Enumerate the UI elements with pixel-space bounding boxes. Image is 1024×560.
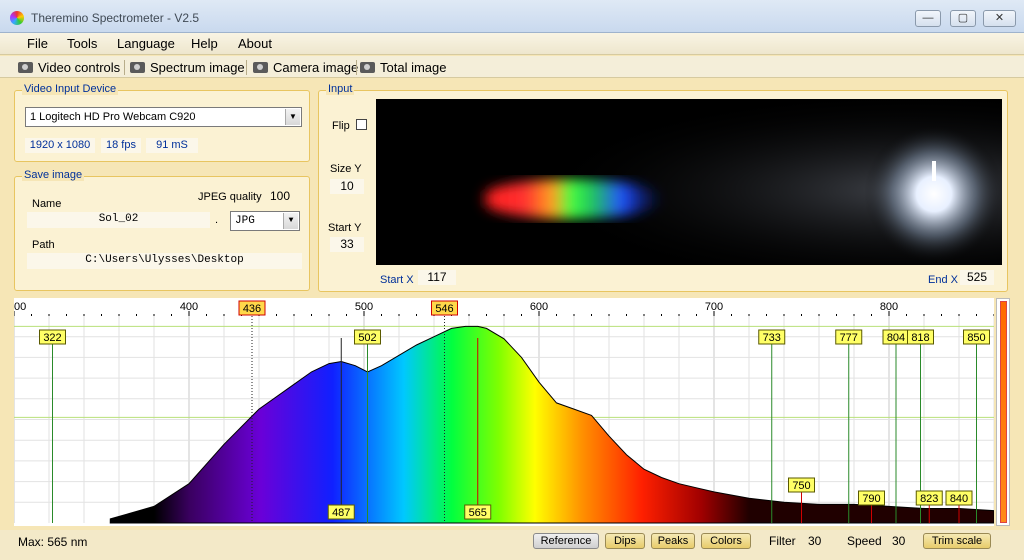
- x-tick-label: 800: [880, 301, 898, 313]
- peak-label: 487: [332, 507, 350, 519]
- x-tick-label: 400: [180, 301, 198, 313]
- input-title: Input: [326, 83, 355, 95]
- peak-label: 546: [435, 303, 453, 315]
- video-device-select[interactable]: 1 Logitech HD Pro Webcam C920 ▼: [25, 107, 302, 127]
- x-tick-label: 500: [355, 301, 373, 313]
- spectrum-image-label: Spectrum image: [150, 60, 245, 75]
- speed-label: Speed: [847, 534, 882, 548]
- peak-label: 850: [967, 332, 985, 344]
- peak-label: 322: [43, 332, 61, 344]
- peak-label: 790: [862, 493, 880, 505]
- peak-label: 733: [763, 332, 781, 344]
- spectrum-chart: 00 400 500 600 700 800 436 546 322 502 733 777 804 81…: [14, 300, 994, 524]
- menu-tools[interactable]: Tools: [67, 36, 97, 51]
- camera-icon: [130, 62, 145, 73]
- path-label: Path: [32, 239, 55, 251]
- total-image-button[interactable]: Total image: [360, 59, 446, 76]
- format-select[interactable]: JPG ▼: [230, 211, 300, 231]
- name-label: Name: [32, 198, 62, 210]
- menu-help[interactable]: Help: [191, 36, 218, 51]
- file-name-input[interactable]: Sol_02: [27, 212, 210, 228]
- window-title: Theremino Spectrometer - V2.5: [31, 11, 200, 25]
- toolbar-separator: [124, 60, 125, 75]
- app-icon: [10, 11, 24, 25]
- reference-button[interactable]: Reference: [533, 533, 599, 549]
- intensity-scale-fill: [1000, 301, 1007, 523]
- peak-label: 818: [911, 332, 929, 344]
- x-tick-label: 700: [705, 301, 723, 313]
- peak-label: 804: [887, 332, 905, 344]
- dips-button[interactable]: Dips: [605, 533, 645, 549]
- menu-bar: File Tools Language Help About: [0, 33, 1024, 55]
- total-image-label: Total image: [380, 60, 447, 75]
- video-camera-icon: [18, 62, 33, 73]
- flip-label: Flip: [332, 120, 350, 132]
- maximize-button[interactable]: ▢: [950, 10, 976, 27]
- spectrum-image-button[interactable]: Spectrum image: [130, 59, 245, 76]
- video-device-value: 1 Logitech HD Pro Webcam C920: [30, 111, 196, 123]
- video-controls-button[interactable]: Video controls: [18, 59, 120, 76]
- peak-label: 502: [358, 332, 376, 344]
- peak-label: 750: [792, 480, 810, 492]
- peak-label: 840: [950, 493, 968, 505]
- chevron-down-icon[interactable]: ▼: [285, 109, 300, 125]
- jpeg-quality-label: JPEG quality: [198, 191, 262, 203]
- colors-button[interactable]: Colors: [701, 533, 751, 549]
- camera-icon: [360, 62, 375, 73]
- peak-label: 436: [243, 303, 261, 315]
- camera-preview[interactable]: [376, 99, 1002, 265]
- video-controls-label: Video controls: [38, 60, 121, 75]
- ms-readout: 91 mS: [146, 138, 198, 153]
- menu-file[interactable]: File: [27, 36, 48, 51]
- minimize-button[interactable]: —: [915, 10, 941, 27]
- camera-image-label: Camera image: [273, 60, 359, 75]
- start-y-input[interactable]: 33: [330, 237, 364, 252]
- trim-scale-button[interactable]: Trim scale: [923, 533, 991, 549]
- start-y-label: Start Y: [328, 222, 362, 234]
- intensity-scale-bar: [996, 298, 1010, 526]
- flip-checkbox[interactable]: [356, 119, 367, 130]
- format-value: JPG: [235, 215, 255, 227]
- filter-label: Filter: [769, 534, 796, 548]
- extension-dot: .: [215, 214, 219, 226]
- peak-label: 777: [840, 332, 858, 344]
- x-tick-label: 600: [530, 301, 548, 313]
- x-tick-label: 00: [14, 301, 26, 313]
- close-button[interactable]: ✕: [983, 10, 1016, 27]
- size-y-label: Size Y: [330, 163, 362, 175]
- fps-readout: 18 fps: [101, 138, 141, 153]
- camera-preview-image: [376, 99, 1002, 265]
- peak-label: 823: [920, 493, 938, 505]
- spectrum-panel[interactable]: 00 400 500 600 700 800 436 546 322 502 733 777 804 81…: [14, 298, 994, 526]
- toolbar-separator: [246, 60, 247, 75]
- x-axis: 00 400 500 600 700 800: [14, 301, 994, 316]
- max-readout: Max: 565 nm: [18, 535, 88, 549]
- toolbar: Video controls Spectrum image Camera ima…: [0, 56, 1024, 78]
- start-x-label: Start X: [380, 274, 414, 286]
- resolution-readout: 1920 x 1080: [25, 138, 95, 153]
- end-x-label: End X: [928, 274, 958, 286]
- toolbar-separator: [356, 60, 357, 75]
- filter-value[interactable]: 30: [808, 534, 821, 548]
- video-input-title: Video Input Device: [22, 83, 119, 95]
- speed-value[interactable]: 30: [892, 534, 905, 548]
- chevron-down-icon[interactable]: ▼: [283, 213, 298, 229]
- camera-icon: [253, 62, 268, 73]
- peak-label: 565: [469, 507, 487, 519]
- save-image-title: Save image: [22, 169, 85, 181]
- camera-image-button[interactable]: Camera image: [253, 59, 358, 76]
- peaks-button[interactable]: Peaks: [651, 533, 695, 549]
- size-y-input[interactable]: 10: [330, 179, 364, 194]
- title-bar: Theremino Spectrometer - V2.5 — ▢ ✕: [0, 0, 1024, 33]
- menu-about[interactable]: About: [238, 36, 272, 51]
- menu-language[interactable]: Language: [117, 36, 175, 51]
- jpeg-quality-input[interactable]: 100: [262, 189, 298, 204]
- end-x-input[interactable]: 525: [960, 270, 994, 285]
- path-input[interactable]: C:\Users\Ulysses\Desktop: [27, 253, 302, 269]
- start-x-input[interactable]: 117: [418, 270, 456, 285]
